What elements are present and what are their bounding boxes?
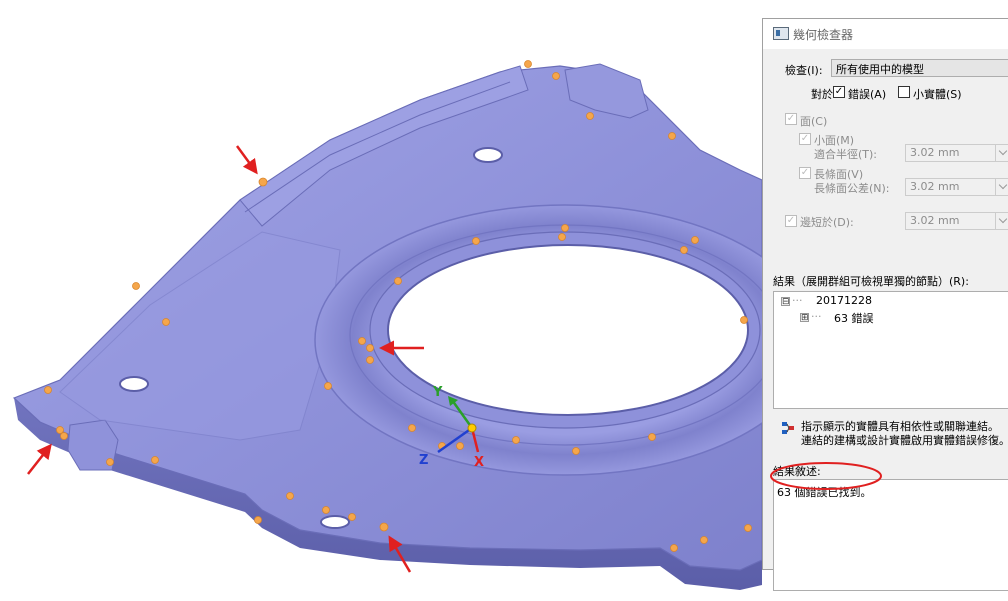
edge-short-value: 3.02 mm bbox=[910, 214, 960, 227]
errors-checkbox-label: 錯誤(A) bbox=[848, 88, 887, 101]
error-dot bbox=[286, 492, 294, 500]
error-dot bbox=[472, 237, 480, 245]
axis-label-y: Y bbox=[432, 385, 443, 400]
panel-titlebar[interactable]: 幾何檢查器 bbox=[763, 19, 1008, 50]
chevron-down-icon bbox=[995, 213, 1008, 229]
check-scope-value: 所有使用中的模型 bbox=[836, 63, 924, 76]
small-solids-checkbox[interactable] bbox=[898, 86, 910, 98]
error-dot bbox=[258, 177, 268, 187]
arrow bbox=[235, 145, 258, 175]
error-dot bbox=[151, 456, 159, 464]
edge-short-checkbox[interactable]: ✓ bbox=[785, 215, 797, 227]
highlight-ellipse bbox=[770, 462, 882, 490]
results-tree[interactable]: ⊟ ··· 20171228 ⊞ ··· 63 錯誤 bbox=[773, 291, 1008, 409]
faces-checkbox-label: 面(C) bbox=[800, 115, 828, 128]
error-dot bbox=[60, 432, 68, 440]
error-dot bbox=[366, 344, 374, 352]
tree-connector: ··· bbox=[792, 294, 803, 307]
error-dot bbox=[680, 246, 688, 254]
edge-short-checkbox-label: 邊短於(D): bbox=[800, 216, 854, 229]
tree-connector: ··· bbox=[811, 310, 822, 323]
error-dot bbox=[668, 132, 676, 140]
error-dot bbox=[162, 318, 170, 326]
error-dot bbox=[561, 224, 569, 232]
error-dot bbox=[324, 382, 332, 390]
fit-radius-value: 3.02 mm bbox=[910, 146, 960, 159]
error-dot bbox=[558, 233, 566, 241]
error-dot bbox=[106, 458, 114, 466]
long-face-tolerance-label: 長條面公差(N): bbox=[814, 182, 890, 195]
fit-radius-label: 適合半徑(T): bbox=[814, 148, 878, 161]
axis-label-z: Z bbox=[419, 453, 428, 468]
error-dot bbox=[394, 277, 402, 285]
check-scope-combo[interactable]: 所有使用中的模型 bbox=[831, 59, 1008, 77]
error-dot bbox=[322, 506, 330, 514]
error-dot bbox=[691, 236, 699, 244]
expand-icon[interactable]: ⊞ bbox=[800, 313, 809, 323]
error-dot bbox=[700, 536, 708, 544]
error-dot bbox=[408, 424, 416, 432]
arrow bbox=[27, 443, 52, 475]
error-dot bbox=[512, 436, 520, 444]
error-dot bbox=[358, 337, 366, 345]
error-dot bbox=[740, 316, 748, 324]
long-faces-checkbox[interactable]: ✓ bbox=[799, 167, 811, 179]
error-dot bbox=[348, 513, 356, 521]
error-dot bbox=[648, 433, 656, 441]
error-dot bbox=[132, 282, 140, 290]
faces-checkbox[interactable]: ✓ bbox=[785, 113, 797, 125]
results-label: 結果（展開群組可檢視單獨的節點）(R): bbox=[773, 275, 969, 288]
window-icon bbox=[773, 27, 789, 40]
long-face-tolerance-value: 3.02 mm bbox=[910, 180, 960, 193]
error-dot bbox=[456, 442, 464, 450]
error-dot bbox=[366, 356, 374, 364]
error-dot bbox=[670, 544, 678, 552]
error-dot bbox=[586, 112, 594, 120]
tree-node-root[interactable]: 20171228 bbox=[816, 294, 872, 307]
panel-title: 幾何檢查器 bbox=[793, 28, 854, 42]
check-label: 檢查(I): bbox=[785, 64, 823, 77]
error-dot bbox=[379, 522, 389, 532]
bolt-hole bbox=[320, 515, 350, 529]
errors-checkbox[interactable]: ✓ bbox=[833, 86, 845, 98]
link-info-icon bbox=[782, 422, 794, 434]
error-dot bbox=[552, 72, 560, 80]
error-dot bbox=[744, 524, 752, 532]
error-dot bbox=[524, 60, 532, 68]
long-face-tolerance-combo[interactable]: 3.02 mm bbox=[905, 178, 1008, 196]
bolt-hole bbox=[473, 147, 503, 163]
chevron-down-icon bbox=[995, 179, 1008, 195]
error-dot bbox=[44, 386, 52, 394]
collapse-icon[interactable]: ⊟ bbox=[781, 297, 790, 307]
panel-body: 檢查(I): 所有使用中的模型 對於: ✓ 錯誤(A) 小實體(S) ✓ 面(C… bbox=[763, 49, 1008, 591]
error-dot bbox=[572, 447, 580, 455]
axis-label-x: X bbox=[474, 455, 484, 470]
fit-radius-combo[interactable]: 3.02 mm bbox=[905, 144, 1008, 162]
small-faces-checkbox[interactable]: ✓ bbox=[799, 133, 811, 145]
small-solids-checkbox-label: 小實體(S) bbox=[913, 88, 962, 101]
info-line-2: 連結的建構或設計實體啟用實體錯誤修復。 bbox=[801, 434, 1008, 447]
chevron-down-icon bbox=[995, 145, 1008, 161]
error-dot bbox=[254, 516, 262, 524]
summary-box[interactable]: 63 個錯誤已找到。 bbox=[773, 479, 1008, 591]
tree-node-errors[interactable]: 63 錯誤 bbox=[834, 310, 874, 326]
edge-short-combo[interactable]: 3.02 mm bbox=[905, 212, 1008, 230]
bolt-hole bbox=[119, 376, 149, 392]
